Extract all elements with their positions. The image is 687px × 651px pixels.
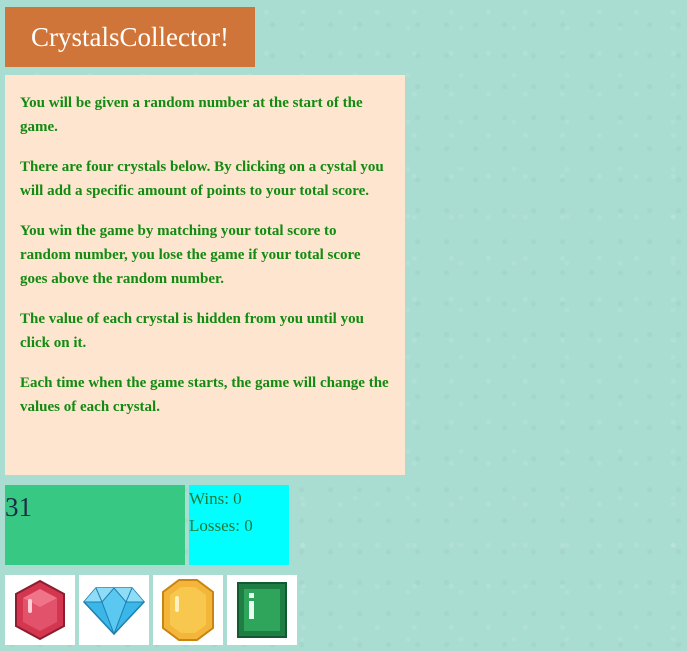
green-gem-icon [237,582,287,638]
losses-counter: Losses: 0 [189,516,253,535]
instruction-paragraph: You will be given a random number at the… [20,95,363,135]
crystal-button-red[interactable] [5,575,75,645]
instructions-panel: You will be given a random number at the… [5,75,405,475]
yellow-gem-icon [162,579,214,641]
wins-counter: Wins: 0 [189,489,242,508]
crystal-button-blue[interactable] [79,575,149,645]
instruction-paragraph: The value of each crystal is hidden from… [20,311,364,351]
game-title: CrystalsCollector! [5,7,255,67]
instruction-paragraph: Each time when the game starts, the game… [20,375,389,415]
random-number-display: 31 [5,485,185,565]
red-gem-icon [15,579,65,641]
instruction-paragraph: There are four crystals below. By clicki… [20,159,384,199]
crystal-row [5,575,297,645]
blue-diamond-icon [82,587,146,636]
instruction-paragraph: You win the game by matching your total … [20,223,361,287]
crystal-button-yellow[interactable] [153,575,223,645]
crystal-button-green[interactable] [227,575,297,645]
score-panel: Wins: 0 Losses: 0 [189,485,289,565]
